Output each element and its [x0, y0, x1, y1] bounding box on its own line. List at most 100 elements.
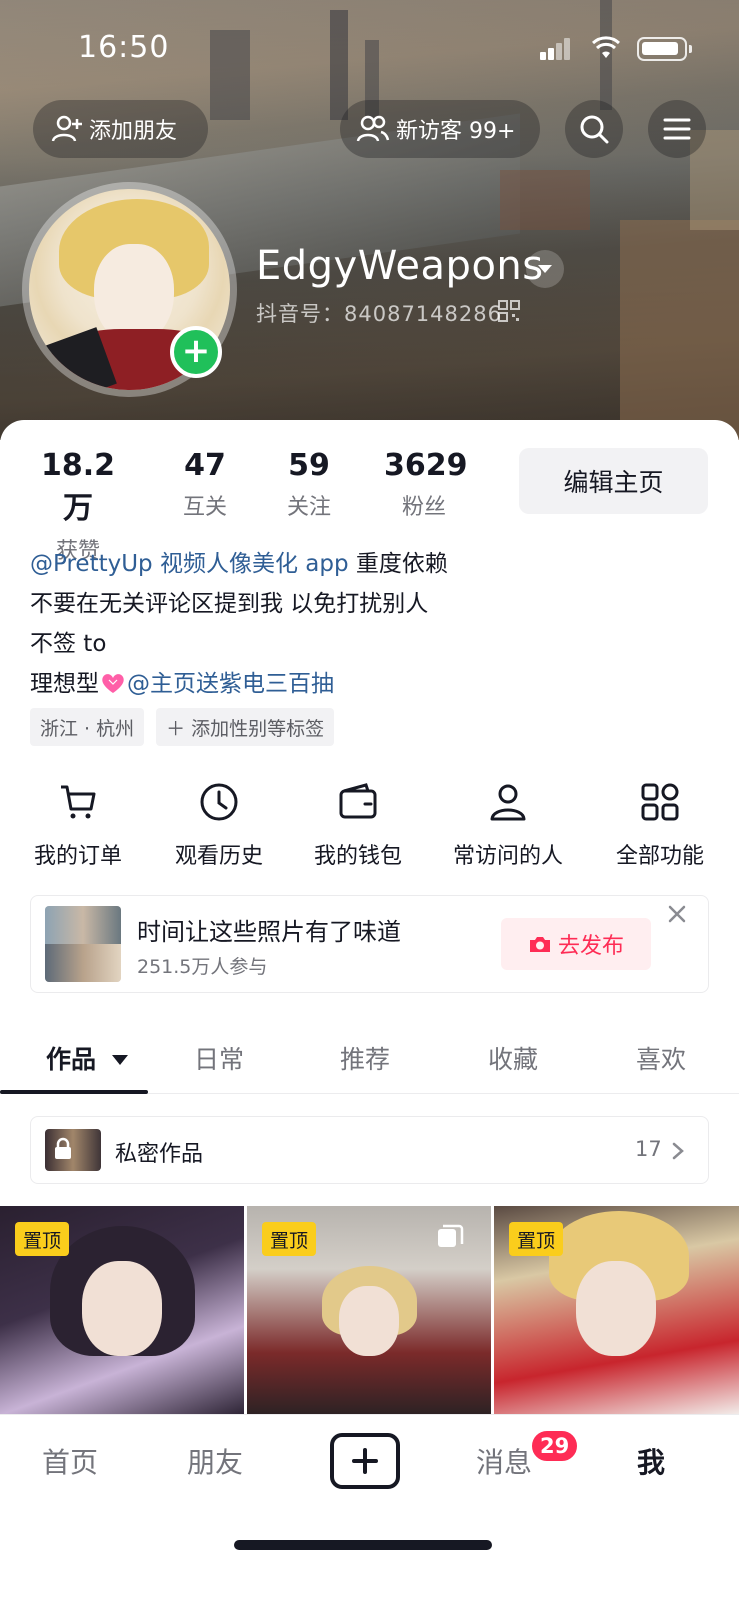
plus-icon: + [181, 330, 211, 371]
plus-icon [352, 1448, 378, 1474]
bio-text: 理想型 [30, 671, 99, 697]
switch-account-button[interactable] [526, 250, 564, 288]
tab-daily[interactable]: 日常 [194, 1040, 244, 1076]
apps-icon [641, 783, 679, 821]
stat-value: 3629 [384, 448, 468, 483]
nav-messages[interactable]: 消息 [476, 1441, 532, 1481]
bio-line: 不签 to [30, 631, 107, 657]
tab-favorites[interactable]: 收藏 [488, 1040, 538, 1076]
close-icon[interactable] [667, 904, 687, 924]
feature-label: 我的钱包 [313, 844, 402, 869]
lock-icon [55, 1137, 71, 1159]
status-bar: 16:50 [0, 0, 739, 90]
visitors-icon [356, 115, 390, 142]
qr-code-icon[interactable] [498, 300, 520, 322]
bio: @PrettyUp 视频人像美化 app 重度依赖 不要在无关评论区提到我 以免… [30, 544, 710, 704]
nav-me[interactable]: 我 [637, 1441, 665, 1481]
heart-emoji-icon [102, 674, 124, 693]
bio-line: 不要在无关评论区提到我 以免打扰别人 [30, 591, 429, 617]
stat-label: 粉丝 [401, 495, 446, 520]
promo-title: 时间让这些照片有了味道 [137, 918, 401, 946]
video-thumbnail[interactable]: 置顶 [494, 1206, 739, 1416]
bio-text: 重度依赖 [348, 551, 448, 577]
profile-stats: 18.2万 获赞 47 互关 59 关注 3629 粉丝 [30, 448, 490, 564]
bottom-navigation: 首页 朋友 消息 29 我 [0, 1414, 739, 1600]
bio-mention[interactable]: @PrettyUp 视频人像美化 app [30, 551, 349, 577]
douyin-id: 抖音号：84087148286 [256, 302, 502, 326]
bio-line: @PrettyUp 视频人像美化 app 重度依赖 [30, 544, 710, 584]
person-icon [490, 784, 526, 821]
pinned-badge: 置顶 [262, 1222, 317, 1256]
stat-mutual[interactable]: 47 互关 [170, 448, 240, 521]
cover-building [500, 170, 590, 230]
header-actions: 添加朋友 新访客 99+ [0, 100, 739, 160]
nav-friends[interactable]: 朋友 [187, 1441, 243, 1481]
camera-icon [529, 937, 550, 952]
add-tag-button[interactable]: ＋ 添加性别等标签 [156, 708, 335, 746]
tab-recommend[interactable]: 推荐 [340, 1040, 390, 1076]
content-tabs: 作品 日常 推荐 收藏 喜欢 [0, 1030, 739, 1094]
works-grid: 置顶 置顶 置顶 [0, 1206, 739, 1416]
video-thumbnail[interactable]: 置顶 [0, 1206, 244, 1416]
private-works-count: 17 [635, 1137, 662, 1161]
stat-value: 47 [184, 448, 226, 483]
active-tab-indicator [0, 1090, 148, 1094]
search-button[interactable] [565, 100, 623, 158]
nav-home[interactable]: 首页 [42, 1441, 98, 1481]
publish-button[interactable]: 去发布 [501, 918, 651, 970]
promo-subtitle: 251.5万人参与 [137, 956, 268, 978]
add-user-icon [51, 115, 82, 142]
promo-banner[interactable]: 时间让这些照片有了味道 251.5万人参与 去发布 [30, 895, 709, 993]
create-button[interactable] [330, 1433, 400, 1489]
feature-label: 常访问的人 [452, 844, 563, 869]
caret-down-icon [111, 1055, 128, 1065]
messages-badge: 29 [530, 1429, 580, 1463]
tab-works[interactable]: 作品 [46, 1040, 129, 1076]
pinned-badge: 置顶 [509, 1222, 564, 1256]
clock-icon [200, 783, 238, 821]
wifi-icon [592, 36, 620, 58]
pinned-badge: 置顶 [15, 1222, 70, 1256]
bio-mention[interactable]: @主页送紫电三百抽 [127, 671, 334, 697]
signal-icon [540, 38, 570, 60]
add-avatar-button[interactable]: + [170, 326, 222, 378]
stat-value: 59 [288, 448, 330, 483]
wallet-icon [339, 783, 377, 819]
home-indicator [234, 1540, 492, 1550]
menu-button[interactable] [648, 100, 706, 158]
feature-wallet[interactable]: 我的钱包 [288, 782, 428, 870]
promo-thumbnail [45, 906, 121, 982]
profile-tags: 浙江 · 杭州 ＋ 添加性别等标签 [30, 708, 335, 748]
feature-label: 观看历史 [174, 844, 263, 869]
edit-profile-button[interactable]: 编辑主页 [519, 448, 708, 514]
private-works-label: 私密作品 [115, 1142, 204, 1167]
stat-value: 18.2万 [40, 448, 116, 526]
stat-label: 关注 [286, 495, 331, 520]
bio-line: 理想型 @主页送紫电三百抽 [30, 664, 710, 704]
new-visitors-label: 新访客 99+ [396, 119, 516, 144]
add-friend-button[interactable]: 添加朋友 [33, 100, 208, 158]
feature-label: 我的订单 [33, 844, 122, 869]
add-friend-label: 添加朋友 [89, 119, 178, 144]
feature-frequent-visitors[interactable]: 常访问的人 [438, 782, 578, 870]
tab-likes[interactable]: 喜欢 [636, 1040, 686, 1076]
feature-history[interactable]: 观看历史 [149, 782, 289, 870]
search-icon [580, 115, 609, 144]
tab-label: 作品 [46, 1045, 97, 1074]
stat-followers[interactable]: 3629 粉丝 [384, 448, 468, 521]
battery-icon [637, 37, 692, 61]
feature-all[interactable]: 全部功能 [590, 782, 730, 870]
publish-label: 去发布 [557, 934, 624, 959]
location-tag[interactable]: 浙江 · 杭州 [30, 708, 145, 746]
feature-orders[interactable]: 我的订单 [8, 782, 148, 870]
caret-down-icon [538, 265, 552, 273]
private-works-row[interactable]: 私密作品 17 [30, 1116, 709, 1184]
chevron-right-icon [672, 1142, 684, 1160]
video-thumbnail[interactable]: 置顶 [247, 1206, 491, 1416]
stat-following[interactable]: 59 关注 [274, 448, 344, 521]
cart-icon [61, 785, 96, 819]
stat-label: 互关 [182, 495, 227, 520]
cover-building [620, 220, 739, 440]
new-visitors-button[interactable]: 新访客 99+ [340, 100, 540, 158]
username: EdgyWeapons [256, 243, 544, 289]
